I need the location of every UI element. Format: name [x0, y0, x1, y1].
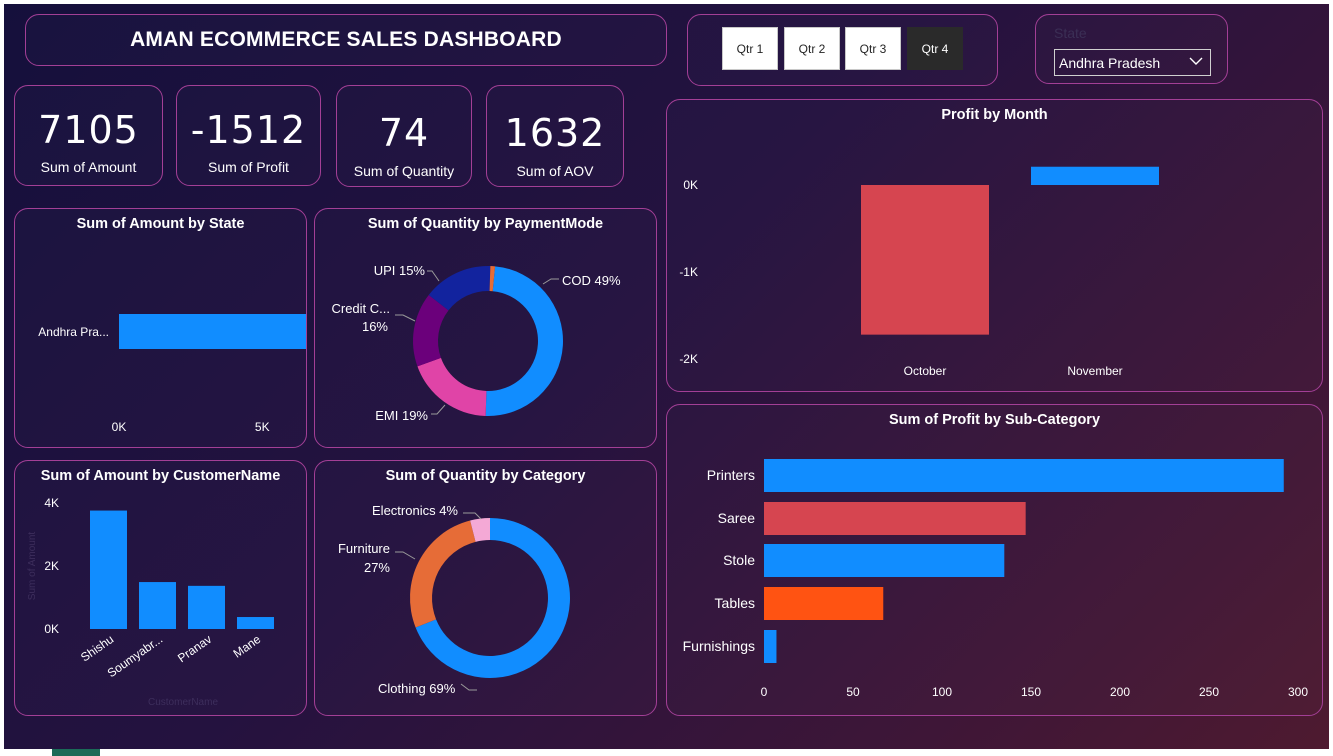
bar: [90, 510, 127, 629]
chevron-down-icon: [1188, 53, 1204, 72]
amount-by-state-chart: Andhra Pra... 0K 5K: [38, 314, 306, 434]
title-panel: AMAN ECOMMERCE SALES DASHBOARD: [25, 14, 667, 66]
kpi-value: 1632: [504, 111, 606, 155]
x-tick-label: 250: [1199, 685, 1219, 699]
kpi-card-amount: 7105 Sum of Amount: [14, 85, 163, 186]
bar: [1031, 166, 1159, 185]
x-tick-label: 0K: [112, 420, 127, 434]
bar: [764, 630, 777, 663]
category-label: October: [904, 364, 947, 378]
leader-line: [395, 314, 416, 322]
x-tick-label: 300: [1288, 685, 1308, 699]
kpi-value: 7105: [38, 108, 139, 152]
bar: [861, 185, 989, 335]
amount-by-state-visual: Sum of Amount by State Andhra Pra... 0K 5K: [14, 208, 307, 448]
kpi-card-quantity: 74 Sum of Quantity: [336, 85, 472, 187]
x-tick-label: 0: [761, 685, 768, 699]
x-tick-label: 5K: [255, 420, 270, 434]
donut-slice: [485, 266, 564, 417]
bar: [764, 544, 1005, 577]
bar: [764, 587, 884, 620]
quantity-by-paymentmode-chart: COD 49% EMI 19% Credit C... 16% UPI 15%: [331, 263, 621, 423]
profit-by-subcategory-chart: Printers Saree Stole Tables Furnishings 0 50 10…: [683, 459, 1308, 699]
bar: [188, 585, 225, 629]
leader-line: [542, 278, 559, 285]
x-tick-label: 150: [1021, 685, 1041, 699]
quarter-button-3[interactable]: Qtr 3: [845, 27, 901, 70]
kpi-card-aov: 1632 Sum of AOV: [486, 85, 624, 187]
leader-line: [427, 270, 440, 282]
kpi-label: Sum of Profit: [208, 159, 289, 175]
quarter-button-1[interactable]: Qtr 1: [722, 27, 778, 70]
profit-by-month-visual: Profit by Month 0K -1K -2K October November: [666, 99, 1323, 392]
bar: [764, 459, 1284, 492]
bar: [764, 502, 1026, 535]
state-slicer: State Andhra Pradesh: [1035, 14, 1228, 84]
kpi-label: Sum of Amount: [40, 159, 137, 175]
dashboard-canvas: AMAN ECOMMERCE SALES DASHBOARD Qtr 1 Qtr…: [4, 4, 1329, 749]
kpi-card-profit: -1512 Sum of Profit: [176, 85, 321, 186]
y-tick-label: 0K: [44, 622, 59, 636]
slice-label: COD 49%: [562, 273, 621, 288]
leader-line: [395, 551, 416, 560]
y-tick-label: 4K: [44, 496, 59, 510]
quantity-by-paymentmode-visual: Sum of Quantity by PaymentMode COD 49% EM…: [314, 208, 657, 448]
category-label: Furnishings: [683, 638, 755, 654]
x-tick-label: 50: [846, 685, 860, 699]
slice-label: Credit C...: [331, 301, 390, 316]
bar: [139, 582, 176, 629]
donut-slice: [410, 520, 476, 628]
kpi-label: Sum of AOV: [516, 163, 594, 179]
x-tick-label: 100: [932, 685, 952, 699]
state-dropdown-value: Andhra Pradesh: [1059, 54, 1161, 71]
y-tick-label: 0K: [683, 178, 698, 192]
x-tick-label: 200: [1110, 685, 1130, 699]
y-tick-label: -1K: [679, 265, 698, 279]
leader-line: [463, 512, 482, 520]
slice-label: EMI 19%: [375, 408, 428, 423]
category-label: Saree: [718, 510, 756, 526]
y-axis-title: Sum of Amount: [27, 532, 38, 601]
bar: [237, 617, 274, 629]
y-tick-label: 2K: [44, 559, 59, 573]
bar: [119, 314, 306, 349]
slice-label: 16%: [362, 319, 388, 334]
state-slicer-label: State: [1054, 25, 1087, 41]
leader-line: [460, 683, 477, 691]
slice-label: Clothing 69%: [378, 681, 456, 696]
category-label: Mane: [231, 632, 264, 661]
kpi-value: 74: [378, 111, 430, 155]
category-label: November: [1067, 364, 1122, 378]
category-label: Pranav: [175, 632, 214, 665]
slice-label: UPI 15%: [374, 263, 426, 278]
slice-label: 27%: [364, 560, 390, 575]
category-label: Printers: [707, 467, 755, 483]
visual-title: Sum of Amount by State: [76, 216, 245, 232]
quantity-by-category-chart: Clothing 69% Furniture 27% Electronics 4%: [338, 503, 570, 696]
profit-by-month-chart: 0K -1K -2K October November: [679, 166, 1159, 378]
category-label: Stole: [723, 552, 755, 568]
state-dropdown[interactable]: Andhra Pradesh: [1054, 49, 1211, 76]
leader-line: [431, 404, 446, 415]
page-tab[interactable]: [52, 749, 100, 756]
quantity-by-category-visual: Sum of Quantity by Category Clothing 69%…: [314, 460, 657, 716]
kpi-value: -1512: [190, 108, 307, 152]
category-label: Shishu: [78, 632, 116, 665]
dashboard-title: AMAN ECOMMERCE SALES DASHBOARD: [130, 28, 562, 51]
slice-label: Furniture: [338, 541, 390, 556]
category-label: Tables: [715, 595, 755, 611]
kpi-label: Sum of Quantity: [353, 163, 455, 179]
quarter-button-4[interactable]: Qtr 4: [907, 27, 963, 70]
quarter-slicer: Qtr 1 Qtr 2 Qtr 3 Qtr 4: [687, 14, 998, 86]
slice-label: Electronics 4%: [372, 503, 458, 518]
category-label: Soumyabr...: [105, 632, 165, 680]
x-axis-title: CustomerName: [148, 697, 218, 708]
profit-by-subcategory-visual: Sum of Profit by Sub-Category Printers Sa…: [666, 404, 1323, 716]
category-label: Andhra Pra...: [38, 325, 109, 339]
amount-by-customer-visual: Sum of Amount by CustomerName 0K 2K 4K Sum …: [14, 460, 307, 716]
y-tick-label: -2K: [679, 352, 698, 366]
amount-by-customer-chart: 0K 2K 4K Sum of Amount ShishuSoumyabr... Pran…: [27, 496, 274, 708]
quarter-button-2[interactable]: Qtr 2: [784, 27, 840, 70]
